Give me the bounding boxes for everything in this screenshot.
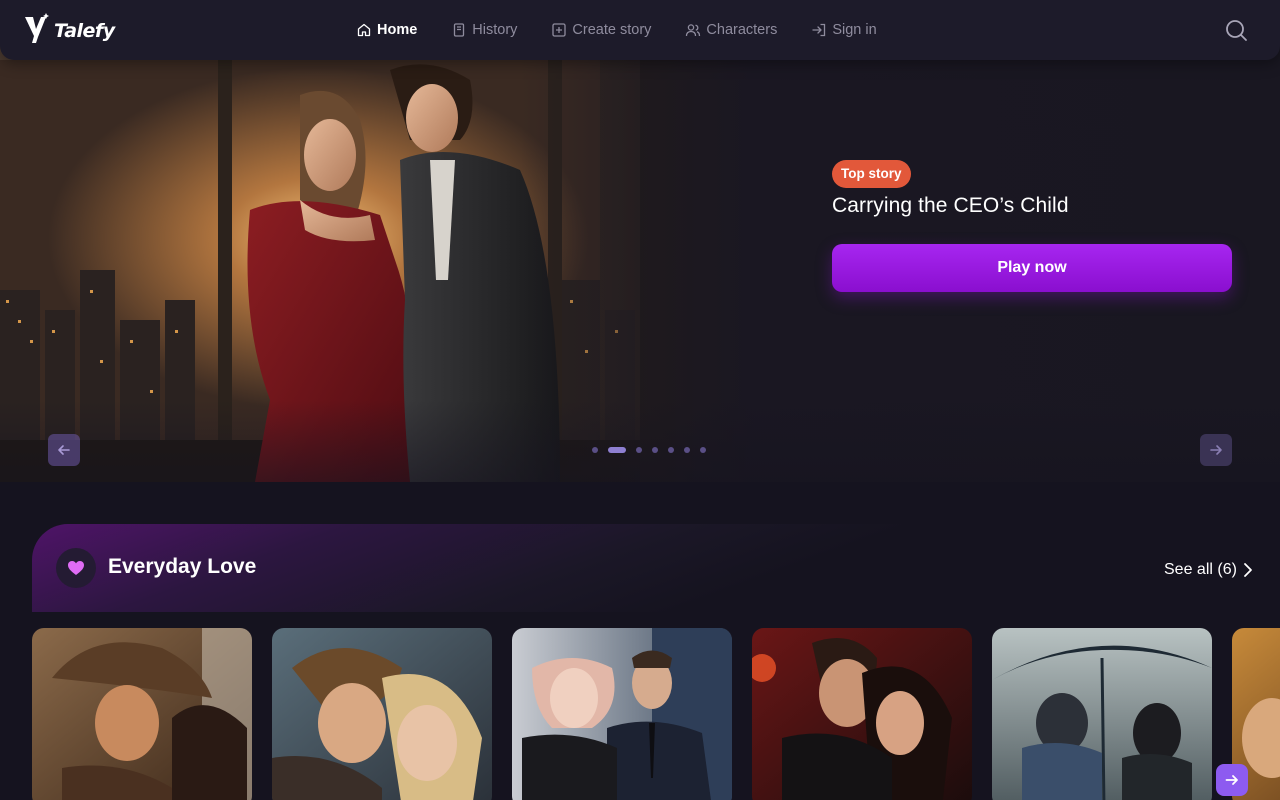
story-card[interactable]: [752, 628, 972, 800]
carousel-dot[interactable]: [684, 447, 690, 453]
search-button[interactable]: [1222, 16, 1250, 44]
talefy-logo[interactable]: Talefy: [22, 10, 115, 46]
story-card-image: [512, 628, 732, 800]
top-story-badge: Top story: [832, 160, 911, 188]
plus-square-icon: [551, 22, 567, 38]
carousel-dot[interactable]: [636, 447, 642, 453]
nav-characters[interactable]: Characters: [675, 14, 787, 46]
hero-carousel: Top story Carrying the CEO’s Child Play …: [0, 0, 1280, 482]
carousel-dot[interactable]: [668, 447, 674, 453]
arrow-right-icon: [1225, 775, 1238, 785]
section-icon-badge: [56, 548, 96, 588]
nav-home-label: Home: [377, 22, 418, 38]
hero-bottom-fade: [0, 400, 1280, 482]
nav-home[interactable]: Home: [346, 14, 427, 46]
section-title: Everyday Love: [108, 555, 257, 578]
nav-sign-in[interactable]: Sign in: [801, 14, 886, 46]
search-icon: [1226, 20, 1247, 41]
story-card[interactable]: [992, 628, 1212, 800]
see-all-link[interactable]: See all (6): [1164, 559, 1253, 581]
story-card-image: [992, 628, 1212, 800]
carousel-dot[interactable]: [608, 447, 626, 453]
story-card-image: [272, 628, 492, 800]
nav-sign-in-label: Sign in: [832, 22, 877, 38]
story-card[interactable]: [32, 628, 252, 800]
nav-history-label: History: [472, 22, 518, 38]
main-nav: Home History Create story Characters Sig…: [346, 14, 901, 46]
story-card[interactable]: [272, 628, 492, 800]
see-all-label: See all (6): [1164, 561, 1237, 578]
arrow-left-icon: [58, 445, 70, 455]
arrow-right-icon: [1210, 445, 1222, 455]
carousel-dots: [592, 447, 716, 453]
page: Top story Carrying the CEO’s Child Play …: [0, 0, 1280, 800]
home-icon: [356, 22, 372, 38]
nav-create-story[interactable]: Create story: [541, 14, 661, 46]
carousel-dot[interactable]: [652, 447, 658, 453]
nav-characters-label: Characters: [706, 22, 778, 38]
heart-icon: [68, 561, 84, 575]
chevron-right-icon: [1244, 563, 1252, 577]
nav-create-story-label: Create story: [572, 22, 652, 38]
book-icon: [451, 22, 467, 38]
logo-text: Talefy: [54, 20, 115, 42]
play-now-button[interactable]: Play now: [832, 244, 1232, 292]
top-navbar: Talefy Home History Create story Charact…: [0, 0, 1280, 60]
carousel-dot[interactable]: [592, 447, 598, 453]
users-icon: [685, 22, 701, 38]
cards-next-button[interactable]: [1216, 764, 1248, 796]
carousel-prev-button[interactable]: [48, 434, 80, 466]
sign-in-icon: [811, 22, 827, 38]
story-card-image: [752, 628, 972, 800]
logo-mark-icon: [25, 13, 49, 43]
carousel-dot[interactable]: [700, 447, 706, 453]
nav-history[interactable]: History: [441, 14, 527, 46]
hero-story-title: Carrying the CEO’s Child: [832, 194, 1069, 217]
carousel-next-button[interactable]: [1200, 434, 1232, 466]
story-card[interactable]: [512, 628, 732, 800]
story-card-image: [32, 628, 252, 800]
